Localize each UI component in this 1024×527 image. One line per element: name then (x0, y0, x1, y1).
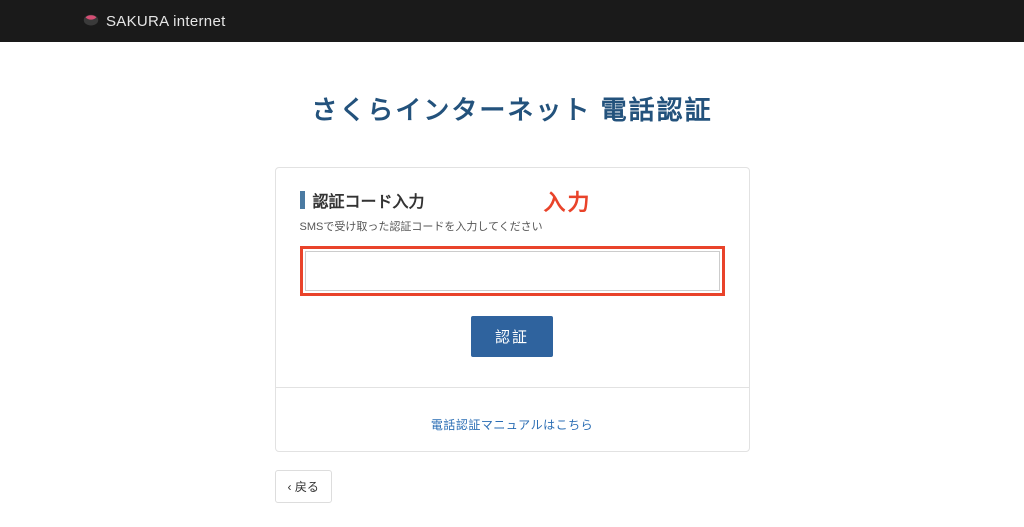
auth-code-input[interactable] (305, 251, 720, 291)
input-highlight-overlay (300, 246, 725, 296)
brand-text: SAKURA internet (106, 13, 226, 30)
heading-bar-icon (300, 191, 305, 209)
back-button[interactable]: ‹ 戻る (275, 470, 332, 503)
brand-logo[interactable]: SAKURA internet (82, 12, 226, 30)
section-title: 認証コード入力 (313, 188, 425, 212)
app-header: SAKURA internet (0, 0, 1024, 42)
auth-card: 入力 認証コード入力 SMSで受け取った認証コードを入力してください 認証 電話… (275, 167, 750, 452)
page-title: さくらインターネット 電話認証 (275, 90, 750, 127)
submit-auth-button[interactable]: 認証 (471, 316, 553, 357)
form-help-text: SMSで受け取った認証コードを入力してください (300, 218, 725, 234)
card-divider: 電話認証マニュアルはこちら (276, 387, 749, 433)
section-heading: 認証コード入力 (300, 188, 725, 212)
overlay-annotation: 入力 (544, 185, 592, 217)
sakura-logo-icon (82, 12, 100, 30)
phone-auth-manual-link[interactable]: 電話認証マニュアルはこちら (276, 416, 749, 433)
